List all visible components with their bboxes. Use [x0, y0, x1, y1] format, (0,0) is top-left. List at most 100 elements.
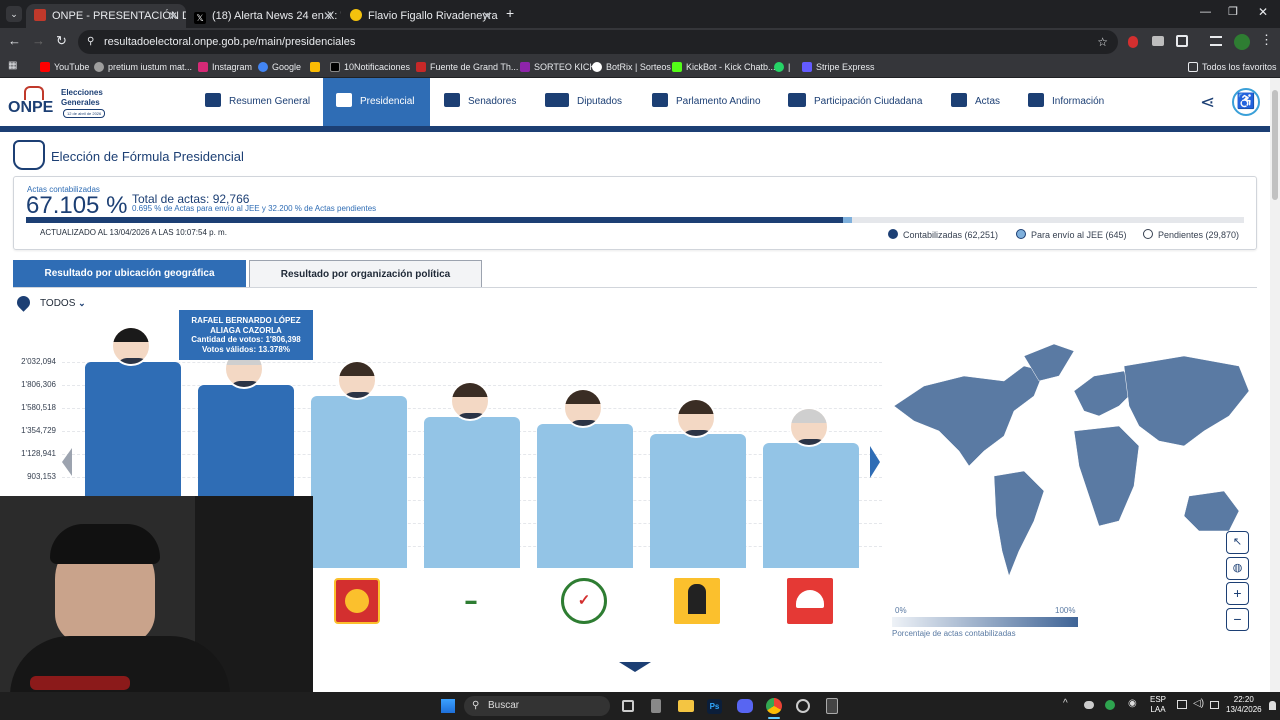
candidate-photo[interactable]: [111, 326, 151, 366]
scroll-down-arrow[interactable]: [619, 662, 651, 672]
reading-list-icon[interactable]: [1210, 36, 1222, 46]
close-icon[interactable]: ✕: [323, 6, 333, 26]
y-tick-label: 2'032,094: [21, 357, 56, 366]
bookmark-sorteo-kick[interactable]: SORTEO KICK: [520, 59, 595, 75]
page-scrollbar[interactable]: [1270, 78, 1280, 692]
bookmark-stripe[interactable]: Stripe Express: [802, 59, 875, 75]
forward-icon[interactable]: →: [32, 33, 45, 48]
language-indicator[interactable]: ESP LAA: [1150, 695, 1166, 715]
bookmark-pretium[interactable]: pretium iustum mat...: [94, 59, 192, 75]
extension-icon[interactable]: [1128, 36, 1138, 48]
party-logo-jp[interactable]: ✓: [561, 578, 607, 624]
calculator-icon[interactable]: [826, 698, 838, 714]
tray-cloud-icon[interactable]: [1084, 701, 1094, 709]
reload-icon[interactable]: ↻: [56, 33, 67, 49]
bookmark-kickbot[interactable]: KickBot - Kick Chatb...: [672, 59, 776, 75]
party-logo-helmet[interactable]: [787, 578, 833, 624]
bookmark-unnamed[interactable]: [310, 59, 324, 75]
share-icon[interactable]: ⋖: [1200, 92, 1215, 113]
new-tab-button[interactable]: +: [506, 5, 514, 21]
nav-participacion[interactable]: Participación Ciudadana: [788, 78, 922, 126]
candidate-photo[interactable]: [563, 388, 603, 429]
bookmark-whatsapp[interactable]: |: [774, 59, 790, 75]
close-icon[interactable]: ✕: [168, 6, 178, 26]
nav-senadores[interactable]: Senadores: [444, 78, 516, 126]
close-window-icon[interactable]: ✕: [1258, 5, 1268, 19]
tab-geografica[interactable]: Resultado por ubicación geográfica: [13, 260, 246, 288]
taskbar-search[interactable]: ⚲ Buscar: [464, 696, 610, 716]
battery-icon[interactable]: [1210, 701, 1219, 709]
tab-search-button[interactable]: ⌄: [6, 6, 22, 22]
clock[interactable]: 22:20 13/4/2026: [1226, 695, 1262, 715]
candidate-bar[interactable]: [311, 395, 407, 568]
tray-app-icon[interactable]: [1105, 700, 1115, 710]
nav-informacion[interactable]: Información: [1028, 78, 1104, 126]
nav-diputados[interactable]: Diputados: [545, 78, 622, 126]
extensions-puzzle-icon[interactable]: [1176, 35, 1188, 47]
tray-settings-icon[interactable]: ◉: [1128, 698, 1137, 709]
nav-presidencial[interactable]: Presidencial: [323, 78, 430, 126]
location-filter[interactable]: TODOS ⌄: [40, 298, 86, 309]
world-map[interactable]: [884, 336, 1254, 586]
minimize-window-icon[interactable]: —: [1200, 6, 1211, 18]
chart-prev-arrow[interactable]: [62, 448, 72, 476]
browser-tab-onpe[interactable]: ONPE - PRESENTACIÓN DE RES✕: [26, 4, 186, 28]
volume-icon[interactable]: ◁): [1193, 698, 1204, 709]
site-info-icon[interactable]: ⚲: [87, 30, 94, 54]
font-icon: [416, 62, 426, 72]
bookmark-grand-theft[interactable]: Fuente de Grand Th...: [416, 59, 518, 75]
address-bar[interactable]: ⚲ resultadoelectoral.onpe.gob.pe/main/pr…: [78, 30, 1118, 54]
candidate-photo[interactable]: [450, 381, 490, 422]
accessibility-icon[interactable]: ♿: [1232, 88, 1260, 116]
candidate-photo[interactable]: [676, 397, 716, 438]
profile-avatar[interactable]: [1234, 34, 1250, 50]
browser-menu-icon[interactable]: ⋮: [1260, 32, 1273, 48]
all-bookmarks[interactable]: Todos los favoritos: [1188, 59, 1277, 75]
bookmark-instagram[interactable]: Instagram: [198, 59, 252, 75]
windows-start-icon[interactable]: [441, 699, 455, 713]
bookmark-botrix[interactable]: BotRix | Sorteos: [592, 59, 671, 75]
tab-organizacion[interactable]: Resultado por organización política: [249, 260, 482, 288]
bookmark-star-icon[interactable]: ☆: [1097, 30, 1108, 54]
file-explorer-icon[interactable]: [678, 700, 694, 712]
close-icon[interactable]: ✕: [482, 6, 492, 26]
bookmark-10notificaciones[interactable]: 10Notificaciones: [330, 59, 410, 75]
map-zoom-in-button[interactable]: +: [1226, 582, 1249, 605]
task-view-icon[interactable]: [622, 700, 634, 712]
candidate-bar[interactable]: [537, 424, 633, 568]
candidate-photo[interactable]: [789, 406, 829, 447]
candidate-bar[interactable]: [763, 442, 859, 568]
map-globe-button[interactable]: ◍: [1226, 557, 1249, 580]
nav-actas[interactable]: Actas: [951, 78, 1000, 126]
party-logo-sun[interactable]: [334, 578, 380, 624]
notification-icon[interactable]: [1269, 701, 1276, 710]
tray-chevron-icon[interactable]: ^: [1063, 698, 1068, 709]
candidate-photo[interactable]: [337, 359, 377, 400]
discord-icon[interactable]: [737, 699, 753, 713]
app-icon[interactable]: [651, 699, 661, 713]
party-logo-road[interactable]: [674, 578, 720, 624]
apps-grid-icon[interactable]: ▦: [8, 60, 17, 71]
bookmark-youtube[interactable]: YouTube: [40, 59, 89, 75]
back-icon[interactable]: ←: [8, 33, 21, 48]
nav-resumen-general[interactable]: Resumen General: [205, 78, 310, 126]
location-pin-icon: [14, 293, 33, 312]
map-zoom-out-button[interactable]: −: [1226, 608, 1249, 631]
browser-tab-google[interactable]: Flavio Figallo Rivadeneyra es el✕: [342, 4, 500, 28]
chrome-icon[interactable]: [766, 698, 782, 714]
browser-tab-x[interactable]: 𝕏 (18) Alerta News 24 en X: "🇵🇪 | /✕: [186, 4, 341, 28]
extension-icon[interactable]: [1152, 36, 1164, 46]
instagram-icon: [198, 62, 208, 72]
chart-next-arrow[interactable]: [870, 446, 880, 478]
candidate-bar[interactable]: [424, 417, 520, 568]
nav-parlamento-andino[interactable]: Parlamento Andino: [652, 78, 761, 126]
candidate-bar[interactable]: [650, 433, 746, 568]
scrollbar-thumb[interactable]: [1272, 90, 1278, 200]
photoshop-icon[interactable]: Ps: [707, 699, 722, 714]
party-logo-obras[interactable]: ▬: [448, 578, 494, 624]
app-icon[interactable]: [796, 699, 810, 713]
network-icon[interactable]: [1177, 700, 1187, 709]
bookmark-google[interactable]: Google: [258, 59, 301, 75]
restore-window-icon[interactable]: ❐: [1228, 5, 1238, 18]
map-pointer-button[interactable]: ↖: [1226, 531, 1249, 554]
